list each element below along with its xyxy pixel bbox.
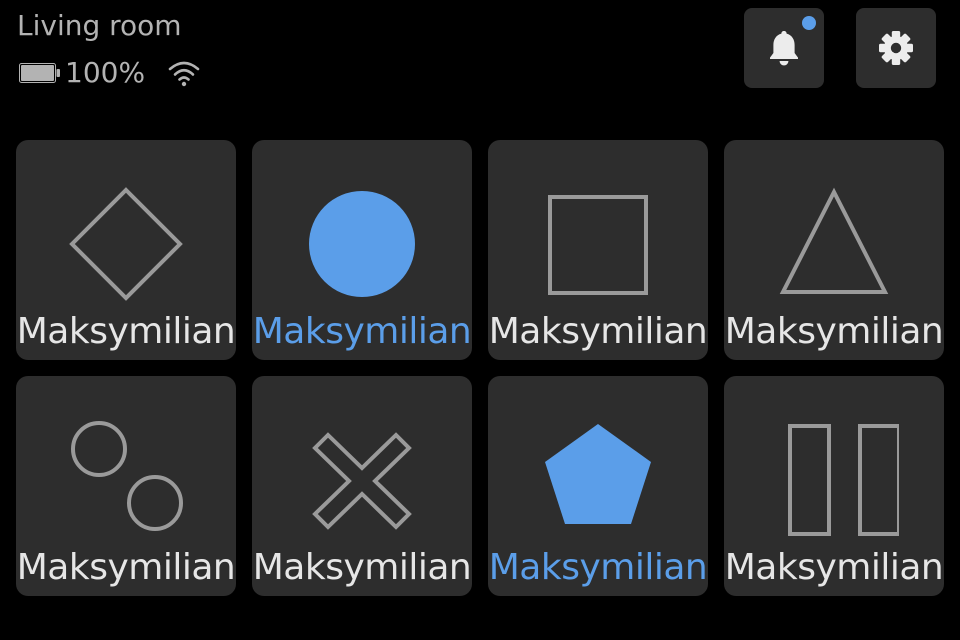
two-circles-icon	[71, 421, 183, 531]
battery-level: 100%	[65, 56, 146, 89]
gear-icon	[879, 31, 913, 65]
scene-tile-label: Maksymilian	[488, 311, 708, 352]
scene-grid: Maksymilian Maksymilian Maksymilian Maks…	[16, 140, 944, 596]
wifi-icon	[168, 61, 200, 87]
room-title: Living room	[17, 9, 182, 42]
scene-tile-cross[interactable]: Maksymilian	[252, 376, 472, 596]
notifications-button[interactable]	[744, 8, 824, 88]
settings-button[interactable]	[856, 8, 936, 88]
scene-tile-label: Maksymilian	[252, 547, 472, 588]
scene-tile-label: Maksymilian	[488, 547, 708, 588]
battery-icon	[19, 63, 60, 83]
scene-tile-triangle[interactable]: Maksymilian	[724, 140, 944, 360]
circle-icon	[309, 191, 415, 297]
scene-tile-circle[interactable]: Maksymilian	[252, 140, 472, 360]
scene-tile-pentagon[interactable]: Maksymilian	[488, 376, 708, 596]
scene-tile-label: Maksymilian	[16, 311, 236, 352]
cross-icon	[312, 432, 412, 530]
square-icon	[548, 195, 648, 295]
scene-tile-two-circles[interactable]: Maksymilian	[16, 376, 236, 596]
unread-badge	[802, 16, 816, 30]
scene-tile-diamond[interactable]: Maksymilian	[16, 140, 236, 360]
scene-tile-label: Maksymilian	[252, 311, 472, 352]
pentagon-icon	[545, 424, 651, 524]
scene-tile-pause[interactable]: Maksymilian	[724, 376, 944, 596]
status-bar: 100%	[19, 56, 201, 90]
scene-tile-label: Maksymilian	[724, 547, 944, 588]
bell-icon	[770, 31, 798, 66]
scene-tile-square[interactable]: Maksymilian	[488, 140, 708, 360]
pause-icon	[788, 424, 899, 536]
diamond-icon	[69, 187, 183, 301]
triangle-icon	[779, 187, 889, 294]
scene-tile-label: Maksymilian	[16, 547, 236, 588]
scene-tile-label: Maksymilian	[724, 311, 944, 352]
